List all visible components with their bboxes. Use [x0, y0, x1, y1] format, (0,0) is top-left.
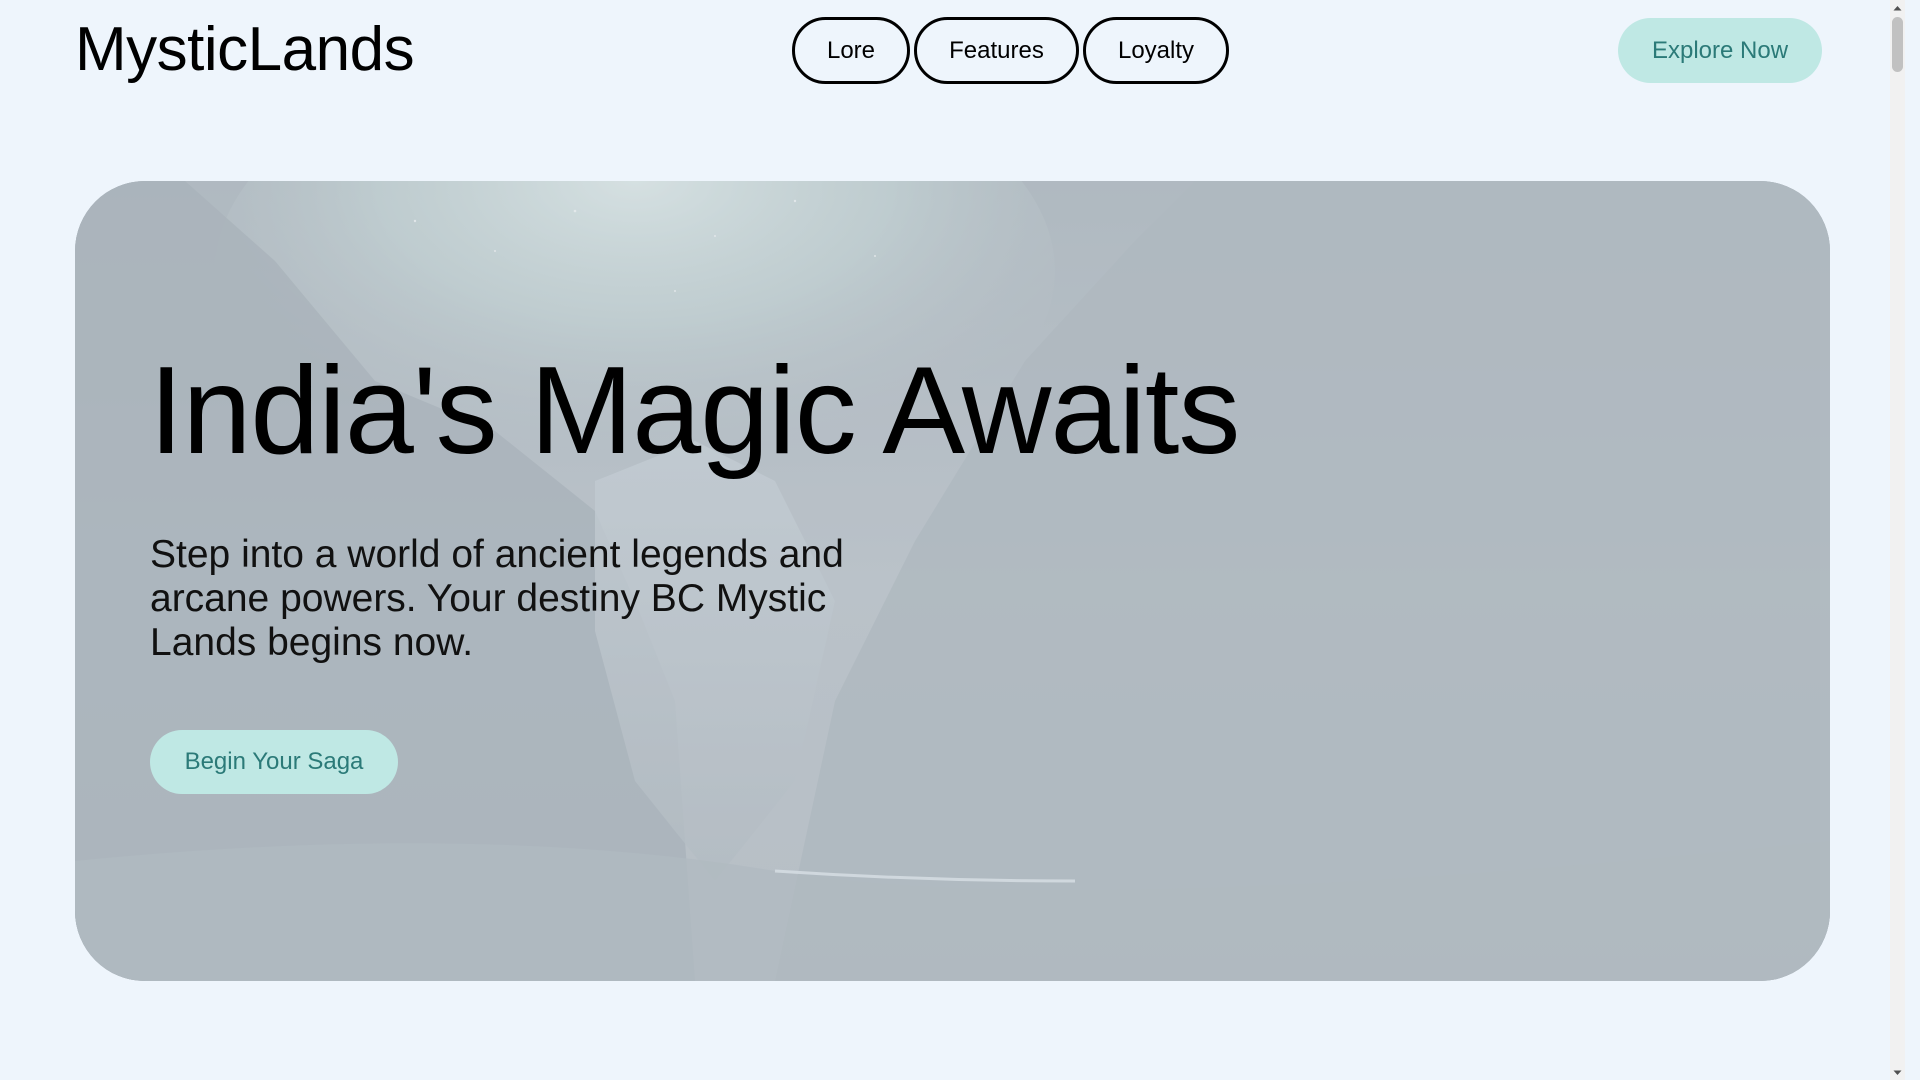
begin-saga-button[interactable]: Begin Your Saga	[150, 730, 398, 794]
nav-item-features[interactable]: Features	[914, 17, 1079, 84]
chevron-down-icon[interactable]	[1890, 1065, 1905, 1080]
nav-item-lore[interactable]: Lore	[792, 17, 910, 84]
page: MysticLands Lore Features Loyalty Explor…	[0, 0, 1905, 1080]
chevron-up-icon[interactable]	[1890, 0, 1905, 15]
main-nav: Lore Features Loyalty	[792, 17, 1229, 84]
nav-item-loyalty[interactable]: Loyalty	[1083, 17, 1229, 84]
hero-title: India's Magic Awaits	[149, 342, 1240, 480]
scrollbar-thumb[interactable]	[1892, 17, 1903, 72]
site-header: MysticLands Lore Features Loyalty Explor…	[0, 0, 1905, 100]
hero-section: India's Magic Awaits Step into a world o…	[75, 181, 1830, 981]
logo[interactable]: MysticLands	[75, 14, 415, 86]
hero-subtitle: Step into a world of ancient legends and…	[150, 533, 844, 664]
scrollbar[interactable]	[1890, 0, 1905, 1080]
explore-now-button[interactable]: Explore Now	[1618, 18, 1822, 83]
